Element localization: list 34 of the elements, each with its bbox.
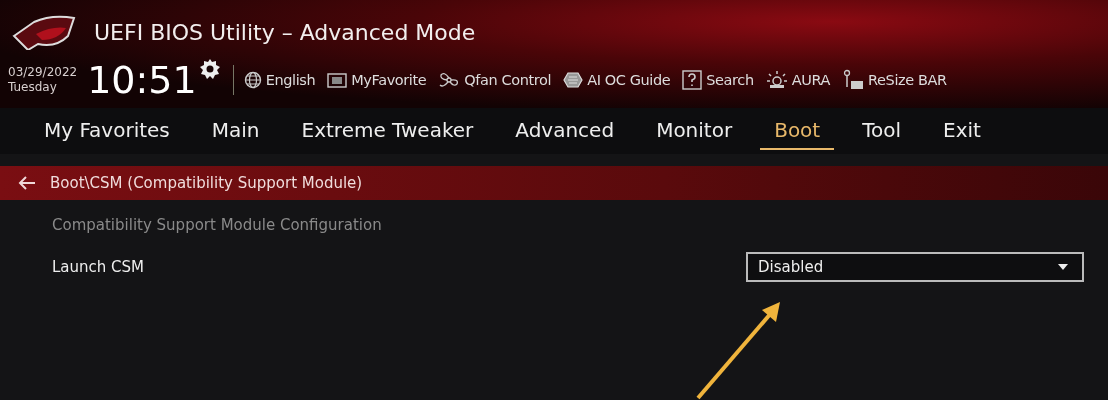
toolbar-button[interactable]: Search xyxy=(682,70,754,90)
toolbar-button[interactable]: English xyxy=(243,71,316,89)
globe-icon xyxy=(243,71,262,89)
back-arrow-icon[interactable] xyxy=(18,176,36,190)
menu-tab[interactable]: Boot xyxy=(760,112,835,150)
resize-bar-icon xyxy=(842,69,865,91)
toolbar-button[interactable]: MyFavorite xyxy=(327,72,427,88)
toolbar-button[interactable]: ReSize BAR xyxy=(842,69,947,91)
menu-tab[interactable]: Monitor xyxy=(642,112,747,150)
menu-tab[interactable]: Main xyxy=(197,112,274,150)
menu-tab[interactable]: My Favorites xyxy=(30,112,184,150)
clock-time: 10:51 xyxy=(87,58,197,102)
menu-tab[interactable]: Extreme Tweaker xyxy=(287,112,488,150)
window-title: UEFI BIOS Utility – Advanced Mode xyxy=(94,19,476,45)
dropdown-field[interactable]: Disabled xyxy=(746,252,1084,282)
caret-icon xyxy=(1058,264,1068,270)
setting-label: Launch CSM xyxy=(52,258,145,276)
eye-logo-icon xyxy=(12,14,76,50)
toolbar-button[interactable]: Qfan Control xyxy=(438,71,552,89)
menu-tab[interactable]: Tool xyxy=(848,112,916,150)
menu-tab[interactable]: Exit xyxy=(929,112,995,150)
settings-icon[interactable] xyxy=(198,58,221,80)
menu-tab[interactable]: Advanced xyxy=(501,112,629,150)
light-icon xyxy=(765,70,788,90)
breadcrumb-text: Boot\CSM (Compatibility Support Module) xyxy=(50,174,363,192)
help-icon xyxy=(682,70,703,90)
date-text: 03/29/2022 xyxy=(8,65,78,80)
fan-icon xyxy=(438,71,461,89)
toolbar-button[interactable]: AURA xyxy=(765,70,831,90)
toolbar-button[interactable]: AI OC Guide xyxy=(563,71,671,89)
brain-chip-icon xyxy=(563,71,584,89)
section-heading: Compatibility Support Module Configuration xyxy=(52,216,383,234)
weekday-text: Tuesday xyxy=(8,80,58,95)
folder-icon xyxy=(327,72,348,88)
